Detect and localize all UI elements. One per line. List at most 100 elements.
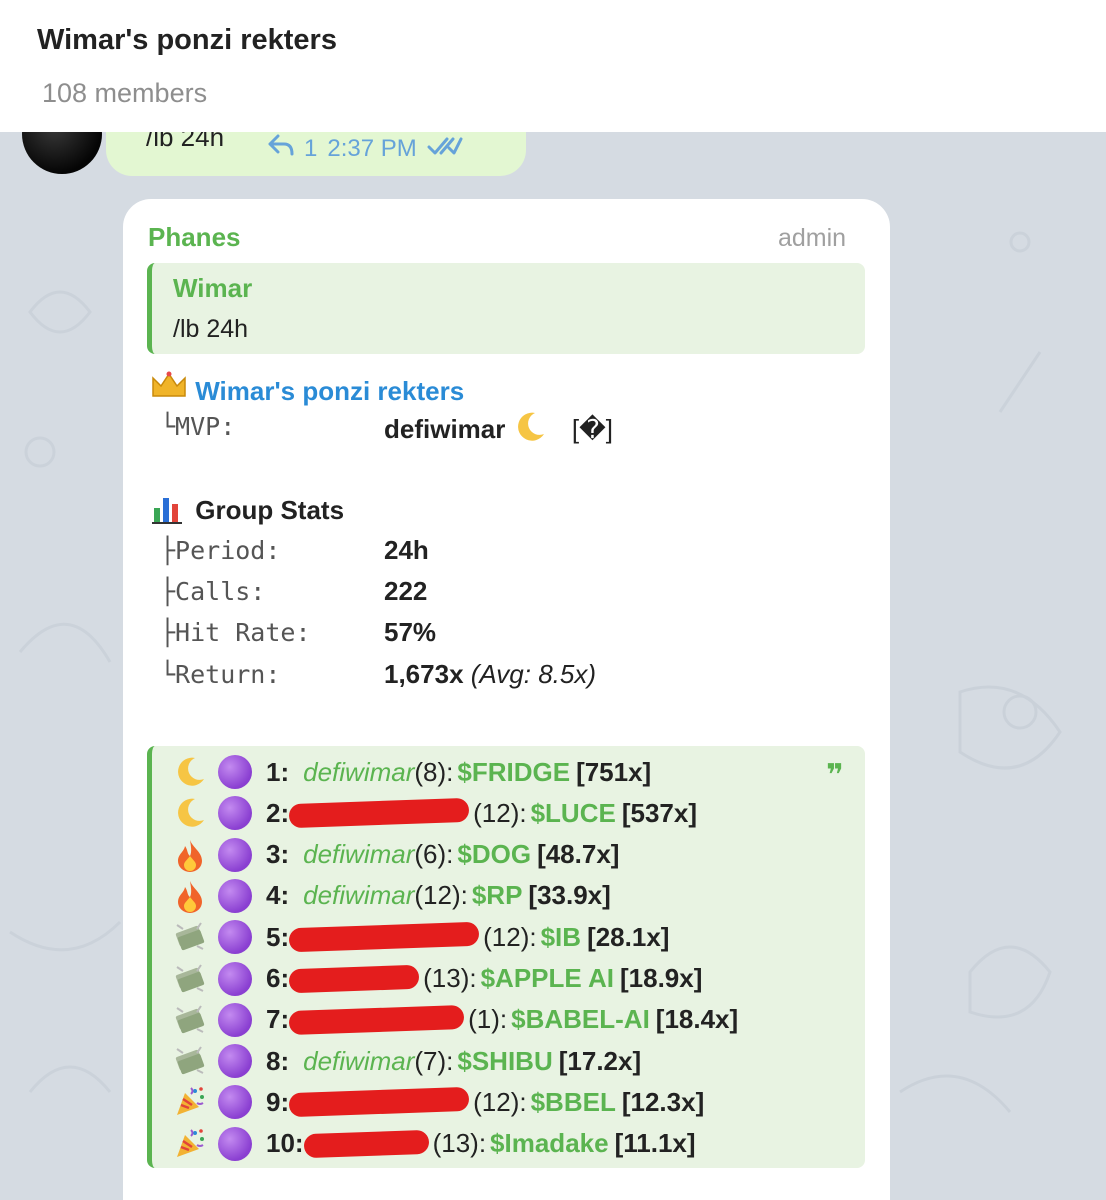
stat-label-period: ├Period:: [160, 536, 281, 565]
reply-count: 1: [304, 134, 318, 162]
leaderboard-call-count: (12):: [414, 880, 468, 911]
leaderboard-multiplier: [18.4x]: [655, 1004, 739, 1035]
leaderboard-rank: 10:: [266, 1128, 304, 1159]
leaderboard-multiplier: [11.1x]: [614, 1128, 696, 1159]
leaderboard-ticker[interactable]: $BABEL-AI: [511, 1004, 650, 1035]
redaction-mark: [288, 921, 480, 953]
stat-value-hit-rate: 57%: [384, 617, 437, 647]
leaderboard-multiplier: [33.9x]: [528, 880, 611, 911]
redaction-mark: [288, 1004, 465, 1035]
leaderboard-rank: 9:: [266, 1086, 290, 1117]
stat-label-calls: ├Calls:: [160, 577, 266, 606]
money-icon: [170, 1002, 210, 1038]
money-icon: [170, 919, 210, 955]
leaderboard-ticker[interactable]: $SHIBU: [457, 1046, 552, 1077]
group-name-link[interactable]: Wimar's ponzi rekters: [195, 376, 464, 406]
moon-icon: [170, 795, 210, 831]
leaderboard-row: 9: (12): $BBEL [12.3x]: [170, 1082, 704, 1122]
purple-circle-icon: [218, 1002, 252, 1037]
leaderboard-rank: 4:: [266, 880, 290, 911]
reply-quote[interactable]: Wimar /lb 24h: [147, 263, 865, 354]
mvp-label: └MVP:: [160, 412, 236, 441]
leaderboard-rank: 8:: [266, 1045, 290, 1076]
reply-icon[interactable]: [268, 134, 294, 163]
mvp-link[interactable]: [�]: [572, 414, 613, 444]
leaderboard-call-count: (12):: [473, 1086, 527, 1117]
leaderboard-call-count: (1):: [468, 1004, 508, 1035]
purple-circle-icon: [218, 878, 252, 913]
purple-circle-icon: [218, 1085, 252, 1120]
leaderboard-multiplier: [28.1x]: [587, 921, 670, 952]
leaderboard-rank: 5:: [266, 921, 290, 952]
stat-label-return: └Return:: [160, 660, 281, 689]
leaderboard-row: 7: (1): $BABEL-AI [18.4x]: [170, 1000, 738, 1040]
purple-circle-icon: [218, 920, 252, 955]
moon-icon: [170, 754, 210, 790]
leaderboard-multiplier: [12.3x]: [621, 1086, 705, 1117]
leaderboard-call-count: (12):: [483, 921, 537, 952]
leaderboard-call-count: (13):: [432, 1128, 487, 1159]
redaction-mark: [288, 798, 470, 829]
leaderboard-multiplier: [537x]: [621, 797, 697, 828]
leaderboard-username[interactable]: defiwimar: [303, 880, 414, 911]
admin-badge: admin: [778, 224, 847, 252]
quote-mark-icon: ❞: [826, 759, 844, 792]
party-icon: [170, 1126, 210, 1162]
leaderboard-call-count: (13):: [423, 963, 477, 993]
leaderboard-multiplier: [751x]: [576, 756, 652, 787]
leaderboard-ticker[interactable]: $BBEL: [531, 1087, 616, 1118]
leaderboard-ticker[interactable]: $IB: [541, 922, 581, 953]
stats-title: Group Stats: [152, 494, 344, 526]
message-sender[interactable]: Phanes: [148, 222, 241, 253]
leaderboard-ticker[interactable]: $RP: [472, 880, 523, 911]
leaderboard-username[interactable]: defiwimar: [303, 757, 414, 788]
stat-value-period: 24h: [384, 535, 429, 565]
leaderboard-rank: 7:: [266, 1004, 290, 1035]
bar-chart-icon: [152, 495, 195, 525]
moon-icon: [513, 412, 554, 444]
redaction-mark: [288, 964, 420, 993]
leaderboard-username[interactable]: defiwimar: [303, 839, 414, 870]
leaderboard-ticker[interactable]: $Imadake: [490, 1128, 609, 1159]
purple-circle-icon: [218, 837, 252, 872]
leaderboard-row: 3: defiwimar (6): $DOG [48.7x]: [170, 835, 619, 875]
leaderboard-call-count: (8):: [414, 756, 454, 787]
purple-circle-icon: [218, 1044, 252, 1079]
leaderboard-rank: 3:: [266, 839, 290, 870]
leaderboard-row: 6: (13): $APPLE AI [18.9x]: [170, 959, 702, 999]
leaderboard-multiplier: [18.9x]: [620, 963, 703, 993]
leaderboard-call-count: (6):: [414, 839, 454, 870]
leaderboard-ticker[interactable]: $LUCE: [531, 798, 616, 829]
mvp-username: defiwimar: [384, 414, 506, 444]
leaderboard-row: 2: (12): $LUCE [537x]: [170, 793, 697, 833]
fire-icon: [170, 878, 210, 914]
leaderboard-rank: 1:: [266, 756, 290, 787]
leaderboard-call-count: (12):: [473, 797, 527, 828]
member-count: 108 members: [42, 78, 208, 108]
redaction-mark: [303, 1129, 429, 1158]
purple-circle-icon: [218, 796, 252, 831]
fire-icon: [170, 837, 210, 873]
purple-circle-icon: [218, 961, 252, 996]
outgoing-message-meta: 1 2:37 PM: [268, 134, 463, 163]
purple-circle-icon: [218, 1126, 252, 1161]
double-check-icon: [427, 135, 463, 163]
leaderboard-rank: 6:: [266, 963, 290, 993]
leaderboard-row: 4: defiwimar (12): $RP [33.9x]: [170, 876, 611, 916]
leaderboard-row: 10: (13): $Imadake [11.1x]: [170, 1124, 696, 1164]
leaderboard-ticker[interactable]: $FRIDGE: [457, 757, 570, 788]
chat-header[interactable]: Wimar's ponzi rekters 108 members: [0, 0, 1106, 132]
quote-text: /lb 24h: [173, 315, 249, 343]
leaderboard-ticker[interactable]: $DOG: [457, 839, 531, 870]
leaderboard-row: 8: defiwimar (7): $SHIBU [17.2x]: [170, 1041, 641, 1081]
leaderboard-ticker[interactable]: $APPLE AI: [481, 963, 614, 994]
return-avg: (Avg: 8.5x): [470, 659, 597, 689]
leaderboard-row: 5: (12): $IB [28.1x]: [170, 917, 669, 957]
leaderboard-username[interactable]: defiwimar: [303, 1046, 414, 1077]
return-value: 1,673x: [384, 659, 464, 689]
chat-title[interactable]: Wimar's ponzi rekters: [37, 24, 337, 57]
message-time: 2:37 PM: [327, 134, 417, 162]
party-icon: [170, 1084, 210, 1120]
stat-label-hit-rate: ├Hit Rate:: [160, 618, 311, 647]
leaderboard-multiplier: [48.7x]: [537, 839, 620, 870]
